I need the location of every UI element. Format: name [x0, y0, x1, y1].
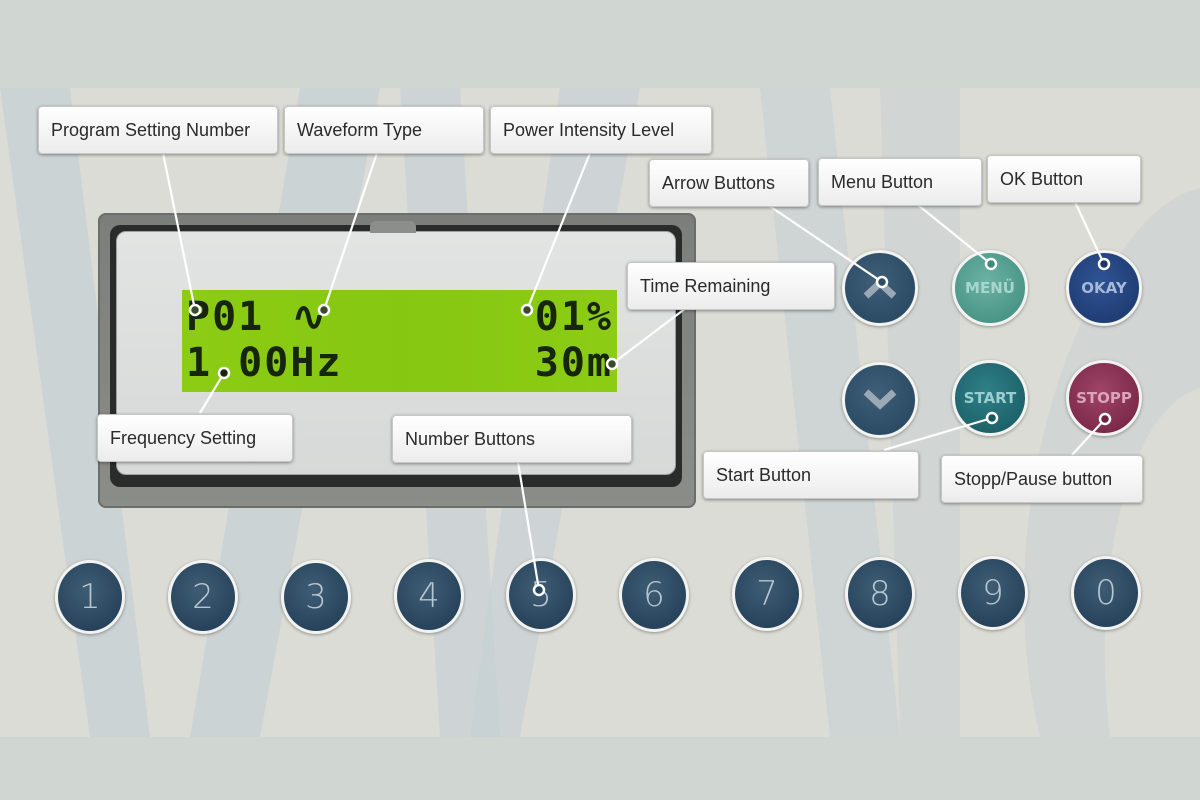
- callout-power-intensity-level: Power Intensity Level: [490, 106, 712, 154]
- number-button-0[interactable]: 0: [1071, 556, 1141, 630]
- number-button-6[interactable]: 6: [619, 558, 689, 632]
- lcd-bezel-notch: [370, 221, 416, 233]
- lcd-frequency: 1.00Hz: [186, 340, 343, 386]
- callout-frequency-setting: Frequency Setting: [97, 414, 293, 462]
- top-margin: [0, 0, 1200, 88]
- lcd-program-number: P01: [186, 294, 265, 340]
- number-button-1[interactable]: 1: [55, 560, 125, 634]
- lcd-intensity: 01%: [534, 294, 613, 340]
- callout-program-setting-number: Program Setting Number: [38, 106, 278, 154]
- arrow-down-button[interactable]: [842, 362, 918, 438]
- callout-stopp-pause-button: Stopp/Pause button: [941, 455, 1143, 503]
- lcd-screen: P01 ∿ 01% 1.00Hz 30m: [182, 290, 617, 392]
- okay-button[interactable]: OKAY: [1066, 250, 1142, 326]
- callout-arrow-buttons: Arrow Buttons: [649, 159, 809, 207]
- chevron-down-icon: [863, 389, 897, 410]
- callout-menu-button: Menu Button: [818, 158, 982, 206]
- callout-time-remaining: Time Remaining: [627, 262, 835, 310]
- callout-start-button: Start Button: [703, 451, 919, 499]
- number-button-9[interactable]: 9: [958, 556, 1028, 630]
- callout-waveform-type: Waveform Type: [284, 106, 484, 154]
- number-button-5[interactable]: 5: [506, 558, 576, 632]
- number-button-2[interactable]: 2: [168, 560, 238, 634]
- number-button-4[interactable]: 4: [394, 559, 464, 633]
- lcd-waveform-icon: ∿: [292, 294, 328, 340]
- chevron-up-icon: [863, 278, 897, 299]
- number-button-8[interactable]: 8: [845, 557, 915, 631]
- lcd-time-remaining: 30m: [534, 340, 613, 386]
- bottom-margin: [0, 737, 1200, 800]
- start-button[interactable]: START: [952, 360, 1028, 436]
- number-button-3[interactable]: 3: [281, 560, 351, 634]
- callout-ok-button: OK Button: [987, 155, 1141, 203]
- arrow-up-button[interactable]: [842, 250, 918, 326]
- stopp-button[interactable]: STOPP: [1066, 360, 1142, 436]
- menu-button[interactable]: MENÜ: [952, 250, 1028, 326]
- callout-number-buttons: Number Buttons: [392, 415, 632, 463]
- number-button-7[interactable]: 7: [732, 557, 802, 631]
